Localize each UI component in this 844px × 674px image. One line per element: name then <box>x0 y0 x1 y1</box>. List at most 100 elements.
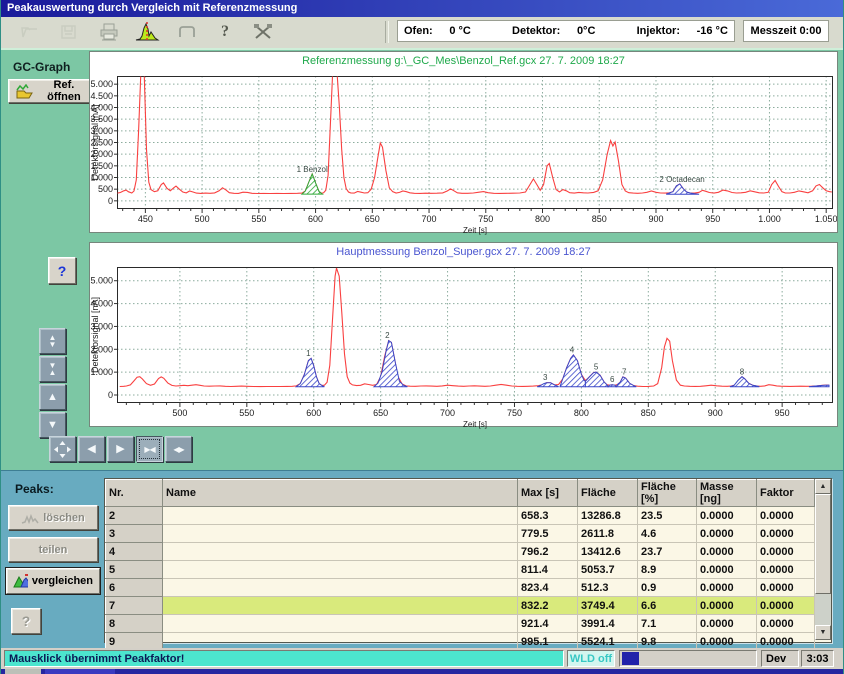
ref-open-label: Ref. öffnen <box>37 79 91 103</box>
taskbar-fragment <box>45 669 115 674</box>
column-header[interactable]: Name <box>163 480 518 507</box>
arrow-up-icon: ▲ <box>49 369 57 376</box>
svg-text:800: 800 <box>574 408 589 418</box>
table-row[interactable]: 5811.45053.78.90.00000.0000 <box>106 561 815 579</box>
table-cell: 23.7 <box>638 543 697 561</box>
tools-icon[interactable] <box>249 19 277 45</box>
help-button[interactable]: ? <box>48 257 76 284</box>
pan-down-button[interactable]: ▼ <box>39 412 66 438</box>
split-peak-button: teilen <box>8 537 98 562</box>
scroll-down-button[interactable]: ▼ <box>815 625 831 640</box>
table-cell: 0.0000 <box>697 525 757 543</box>
table-cell: 0.0000 <box>697 543 757 561</box>
table-scrollbar[interactable]: ▲ ▼ <box>815 479 831 640</box>
pan-up-button[interactable]: ▲ <box>39 384 66 410</box>
move-all-button[interactable] <box>49 436 76 462</box>
table-row[interactable]: 8921.43991.47.10.00000.0000 <box>106 615 815 633</box>
arrow-down-icon: ▼ <box>820 629 827 636</box>
injektor-value: -16 °C <box>697 25 728 37</box>
question-mark-icon: ? <box>58 263 67 279</box>
column-header[interactable]: Max [s] <box>518 480 578 507</box>
ref-open-button[interactable]: Ref. öffnen <box>8 79 98 103</box>
help-icon[interactable]: ? <box>211 19 239 45</box>
column-header[interactable]: Fläche [%] <box>638 480 697 507</box>
svg-text:900: 900 <box>648 214 663 224</box>
print-icon-glyph <box>97 21 121 43</box>
table-cell: 13412.6 <box>578 543 638 561</box>
hauptmessung-plot[interactable]: 50055060065070075080085090095001.0002.00… <box>90 262 837 429</box>
peaks-label: Peaks: <box>15 482 54 496</box>
svg-text:6: 6 <box>610 375 615 384</box>
pan-right-button[interactable]: ▶ <box>107 436 134 462</box>
table-cell: 6.6 <box>638 597 697 615</box>
svg-text:550: 550 <box>239 408 254 418</box>
svg-text:7: 7 <box>622 367 627 376</box>
move-icon <box>54 441 71 458</box>
row-number-cell: 8 <box>106 615 163 633</box>
svg-text:850: 850 <box>592 214 607 224</box>
arrow-right-icon: ▶ <box>116 444 124 455</box>
table-cell: 0.0000 <box>757 561 815 579</box>
table-row[interactable]: 3779.52611.84.60.00000.0000 <box>106 525 815 543</box>
svg-text:3: 3 <box>543 373 548 382</box>
split-peak-label: teilen <box>39 544 68 556</box>
table-cell <box>163 525 518 543</box>
table-cell: 2611.8 <box>578 525 638 543</box>
column-header[interactable]: Fläche <box>578 480 638 507</box>
svg-text:850: 850 <box>641 408 656 418</box>
dev-status: Dev <box>761 650 799 667</box>
scrollbar-thumb[interactable] <box>815 494 831 594</box>
clock-status: 3:03 <box>801 650 834 667</box>
table-cell: 0.0000 <box>757 543 815 561</box>
table-cell <box>163 579 518 597</box>
svg-text:Detektorsignal [nA]: Detektorsignal [nA] <box>90 104 100 180</box>
table-row[interactable]: 4796.213412.623.70.00000.0000 <box>106 543 815 561</box>
table-cell: 0.0000 <box>757 525 815 543</box>
table-cell: 23.5 <box>638 507 697 525</box>
svg-text:900: 900 <box>708 408 723 418</box>
row-number-cell: 5 <box>106 561 163 579</box>
collapse-horizontal-button[interactable]: ▶◀ <box>136 436 163 462</box>
svg-text:5: 5 <box>594 363 599 372</box>
svg-text:800: 800 <box>535 214 550 224</box>
scroll-up-button[interactable]: ▲ <box>815 479 831 494</box>
pan-left-button[interactable]: ◀ <box>78 436 105 462</box>
dev-status-text: Dev <box>766 653 786 665</box>
svg-text:0: 0 <box>108 196 113 206</box>
table-row[interactable]: 6823.4512.30.90.00000.0000 <box>106 579 815 597</box>
gc-graph-label: GC-Graph <box>13 60 70 74</box>
column-header[interactable]: Faktor <box>757 480 815 507</box>
column-header[interactable]: Masse [ng] <box>697 480 757 507</box>
svg-text:1: 1 <box>306 349 311 358</box>
compare-peaks-button[interactable]: vergleichen <box>6 568 100 594</box>
svg-text:4: 4 <box>570 345 575 354</box>
progress-block <box>622 652 639 665</box>
collapse-vertical-button[interactable]: ▼▲ <box>39 356 66 382</box>
expand-horizontal-button[interactable]: ◀▶ <box>165 436 192 462</box>
peak-compare-icon-glyph <box>134 20 160 44</box>
status-message: Mausklick übernimmt Peakfaktor! <box>4 650 564 667</box>
clock-text: 3:03 <box>806 653 828 665</box>
column-header[interactable]: Nr. <box>106 480 163 507</box>
table-row[interactable]: 2658.313286.823.50.00000.0000 <box>106 507 815 525</box>
referenzmessung-plot[interactable]: 4505005506006507007508008509009501.0001.… <box>90 71 837 235</box>
print-icon <box>95 19 123 45</box>
delete-peak-label: löschen <box>43 512 85 524</box>
progress-indicator <box>619 650 757 667</box>
ofen-value: 0 °C <box>449 25 471 37</box>
arrow-left-icon: ◀ <box>150 446 155 453</box>
arrow-left-icon: ◀ <box>87 444 95 455</box>
svg-text:1.050: 1.050 <box>815 214 837 224</box>
arrow-down-icon: ▼ <box>47 420 58 431</box>
expand-vertical-button[interactable]: ▲▼ <box>39 328 66 354</box>
row-number-cell: 7 <box>106 597 163 615</box>
table-row[interactable]: 7832.23749.46.60.00000.0000 <box>106 597 815 615</box>
row-number-cell: 4 <box>106 543 163 561</box>
table-cell: 921.4 <box>518 615 578 633</box>
peaks-help-button[interactable]: ? <box>11 608 41 634</box>
hauptmessung-title: Hauptmessung Benzol_Super.gcx 27. 7. 200… <box>90 243 837 262</box>
peak-compare-icon[interactable] <box>133 19 161 45</box>
peaks-table: Nr.NameMax [s]FlächeFläche [%]Masse [ng]… <box>104 478 832 643</box>
svg-text:650: 650 <box>365 214 380 224</box>
table-cell: 0.0000 <box>697 579 757 597</box>
